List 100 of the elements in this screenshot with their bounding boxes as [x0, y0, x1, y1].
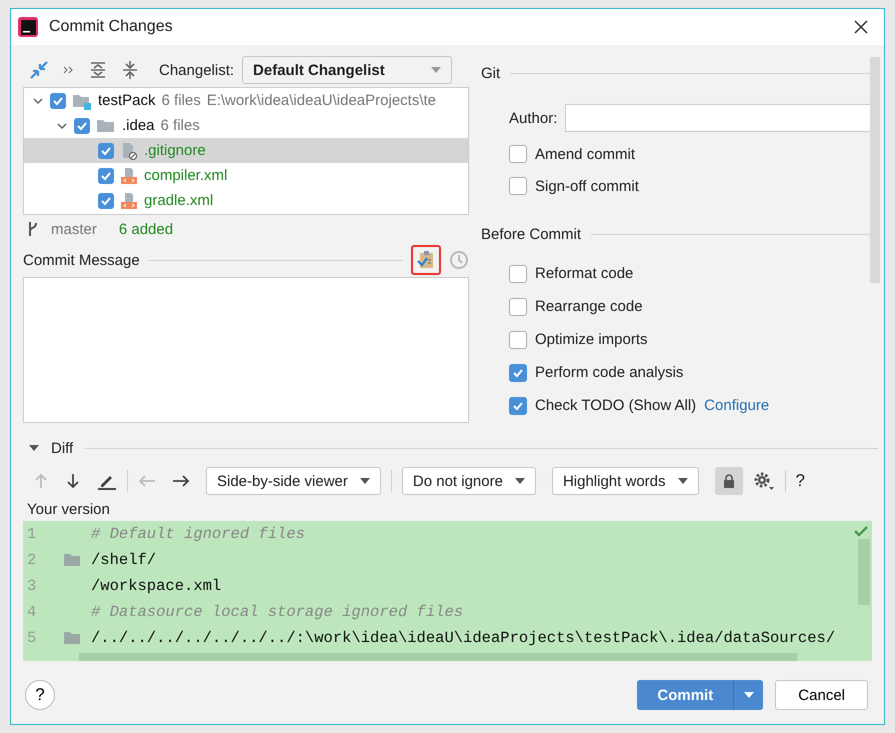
xml-file-icon — [120, 192, 138, 210]
checkbox[interactable] — [509, 145, 527, 163]
configure-link[interactable]: Configure — [704, 397, 770, 414]
checkbox[interactable] — [98, 192, 114, 208]
cancel-button[interactable]: Cancel — [775, 680, 868, 710]
author-label: Author: — [509, 110, 558, 126]
settings-icon[interactable] — [752, 471, 774, 491]
check-icon — [854, 525, 868, 537]
changelist-dropdown[interactable]: Default Changelist — [242, 56, 452, 84]
tree-item-label: compiler.xml — [144, 167, 228, 184]
ignored-file-icon — [120, 142, 138, 160]
caret-icon — [431, 67, 442, 73]
commit-message-field[interactable] — [23, 277, 469, 423]
check-icon — [100, 194, 112, 206]
checkbox[interactable] — [509, 177, 527, 195]
check-icon — [512, 400, 524, 412]
down-arrow-icon[interactable] — [65, 473, 81, 489]
checkbox[interactable] — [509, 298, 527, 316]
line-number: 2 — [26, 551, 38, 569]
check-icon — [76, 120, 88, 132]
collapse-all-icon[interactable] — [121, 61, 139, 79]
up-arrow-icon[interactable] — [33, 473, 49, 489]
file-path: E:\work\idea\ideaU\ideaProjects\te — [206, 92, 436, 109]
expand-all-icon[interactable] — [89, 61, 107, 79]
option-label: Optimize imports — [535, 331, 648, 348]
option-label: Reformat code — [535, 265, 634, 282]
help-button[interactable]: ? — [25, 680, 55, 710]
branch-name: master — [51, 220, 97, 238]
tree-item-label: .gitignore — [144, 142, 206, 159]
commit-template-button[interactable] — [411, 245, 441, 275]
checkbox[interactable] — [509, 264, 527, 282]
checkbox[interactable] — [50, 92, 66, 108]
line-number: 3 — [26, 577, 38, 595]
tree-row[interactable]: gradle.xml — [24, 188, 468, 213]
section-title: Before Commit — [481, 226, 582, 243]
option-label: Rearrange code — [535, 298, 643, 315]
check-icon — [100, 144, 112, 156]
lock-button[interactable] — [714, 467, 742, 495]
right-arrow-icon[interactable] — [172, 473, 190, 489]
window-title: Commit Changes — [49, 18, 173, 36]
caret-icon — [514, 478, 525, 484]
lock-icon — [722, 474, 734, 488]
line-number: 1 — [26, 525, 38, 543]
scrollbar[interactable] — [79, 653, 797, 661]
code-line: /workspace.xml — [91, 577, 222, 595]
tree-item-label: gradle.xml — [144, 192, 214, 209]
left-arrow-icon[interactable] — [138, 473, 156, 489]
viewer-dropdown[interactable]: Side-by-side viewer — [206, 467, 381, 495]
section-title: Commit Message — [23, 252, 140, 268]
changelist-label: Changelist: — [159, 62, 234, 78]
option-label: Sign-off commit — [535, 178, 639, 194]
scrollbar[interactable] — [870, 57, 880, 283]
check-icon — [52, 94, 64, 106]
folder-icon — [63, 553, 81, 567]
caret-icon — [744, 692, 754, 698]
section-title: Diff — [51, 440, 74, 456]
tree-item-label: .idea — [122, 117, 155, 134]
check-icon — [512, 366, 524, 378]
checkbox[interactable] — [74, 118, 90, 134]
author-field[interactable] — [565, 104, 872, 132]
section-title: Git — [481, 65, 500, 82]
code-line: /../../../../../../../:\work\idea\ideaU\ideaProjects\testPack\.idea/dataSources/ — [91, 629, 836, 647]
more-icon[interactable] — [63, 65, 75, 75]
collapse-arrows-icon[interactable] — [29, 60, 49, 80]
clipboard-check-icon — [416, 250, 436, 270]
option-label: Check TODO (Show All) — [535, 397, 696, 414]
checkbox[interactable] — [509, 330, 527, 348]
collapse-triangle-icon[interactable] — [29, 444, 39, 452]
changes-summary: 6 added — [118, 220, 174, 238]
code-line: /shelf/ — [91, 551, 156, 569]
line-number: 5 — [26, 629, 38, 647]
branch-icon — [27, 221, 39, 237]
tree-row[interactable]: .idea 6 files — [24, 113, 468, 138]
folder-icon — [63, 631, 81, 645]
option-label: Amend commit — [535, 146, 636, 162]
checkbox[interactable] — [98, 168, 114, 184]
highlight-dropdown[interactable]: Highlight words — [552, 467, 698, 495]
line-number: 4 — [26, 603, 38, 621]
version-label: Your version — [27, 501, 111, 520]
check-icon — [100, 170, 112, 182]
file-count: 6 files — [160, 117, 200, 134]
xml-file-icon — [120, 166, 138, 184]
code-line: # Datasource local storage ignored files — [91, 603, 464, 621]
checkbox[interactable] — [509, 396, 527, 414]
caret-icon — [360, 478, 370, 484]
checkbox[interactable] — [98, 142, 114, 158]
option-label: Perform code analysis — [535, 364, 684, 381]
tree-row[interactable]: testPack 6 files E:\work\idea\ideaU\ideaProjects\te — [24, 88, 468, 113]
tree-row[interactable]: compiler.xml — [24, 163, 468, 188]
help-text[interactable]: ? — [796, 471, 805, 491]
app-logo-icon — [17, 16, 39, 38]
ignore-dropdown[interactable]: Do not ignore — [402, 467, 536, 495]
history-icon[interactable] — [449, 250, 469, 270]
checkbox[interactable] — [509, 364, 527, 382]
commit-options-button[interactable] — [733, 680, 764, 710]
file-count: 6 files — [162, 92, 201, 109]
tree-item-label: testPack — [98, 92, 156, 109]
code-line: # Default ignored files — [91, 525, 305, 543]
folder-icon — [96, 118, 116, 134]
caret-icon — [678, 478, 688, 484]
